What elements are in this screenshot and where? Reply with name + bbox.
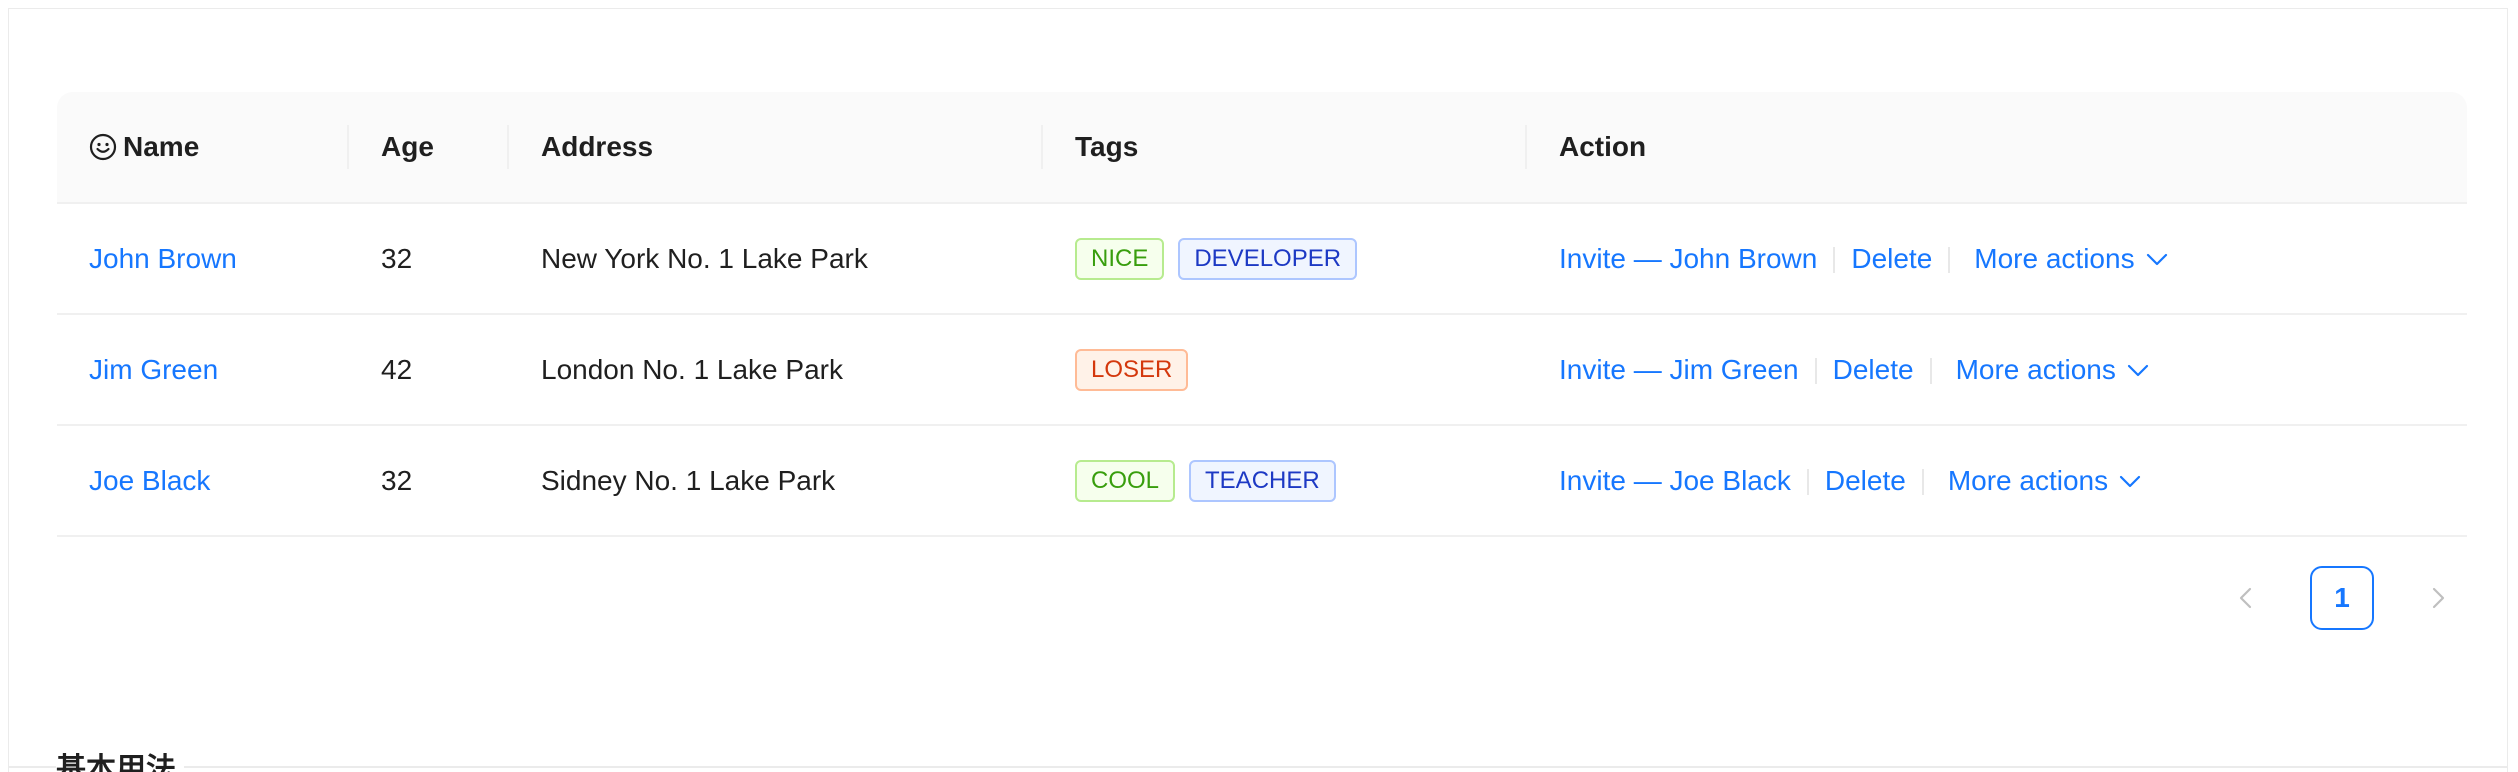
cell-name: Joe Black xyxy=(57,426,349,537)
name-link[interactable]: John Brown xyxy=(89,243,237,274)
cell-tags: NICE DEVELOPER xyxy=(1043,204,1527,315)
table-header-row: Name Age Address Tags Action xyxy=(57,92,2467,204)
cell-age: 32 xyxy=(349,426,509,537)
cell-age: 32 xyxy=(349,204,509,315)
table-row: John Brown 32 New York No. 1 Lake Park N… xyxy=(57,204,2467,315)
section-title: 基本用法 xyxy=(56,750,184,772)
action-divider xyxy=(1806,469,1809,496)
invite-link[interactable]: Invite — Jim Green xyxy=(1559,354,1799,385)
more-actions-label: More actions xyxy=(1947,464,2109,496)
cell-address: New York No. 1 Lake Park xyxy=(509,204,1043,315)
data-table: Name Age Address Tags Action John Brown … xyxy=(57,92,2467,537)
more-actions-label: More actions xyxy=(1955,353,2116,385)
pagination-page-1[interactable]: 1 xyxy=(2310,566,2374,630)
action-divider xyxy=(1814,358,1817,385)
column-header-name[interactable]: Name xyxy=(57,92,349,204)
cell-action: Invite — John Brown Delete More actions xyxy=(1527,204,2467,315)
chevron-right-icon xyxy=(2432,587,2445,609)
invite-link[interactable]: Invite — John Brown xyxy=(1559,243,1817,274)
cell-action: Invite — Jim Green Delete More actions xyxy=(1527,315,2467,426)
action-divider xyxy=(1833,247,1836,274)
action-divider xyxy=(1948,247,1951,274)
more-actions-label: More actions xyxy=(1974,242,2135,274)
cell-action: Invite — Joe Black Delete More actions xyxy=(1527,426,2467,537)
name-link[interactable]: Jim Green xyxy=(89,354,218,385)
delete-link[interactable]: Delete xyxy=(1833,354,1914,385)
pagination-prev-button[interactable] xyxy=(2214,566,2278,630)
chevron-down-icon xyxy=(2120,475,2141,487)
cell-name: John Brown xyxy=(57,204,349,315)
invite-link[interactable]: Invite — Joe Black xyxy=(1559,465,1791,496)
column-header-name-label: Name xyxy=(123,131,200,162)
cell-age: 42 xyxy=(349,315,509,426)
name-link[interactable]: Joe Black xyxy=(89,465,210,496)
users-table: Name Age Address Tags Action John Brown … xyxy=(57,92,2467,537)
chevron-left-icon xyxy=(2239,587,2252,609)
more-actions-dropdown[interactable]: More actions xyxy=(1948,465,2142,497)
more-actions-dropdown[interactable]: More actions xyxy=(1974,243,2168,275)
column-header-age[interactable]: Age xyxy=(349,92,509,204)
action-divider xyxy=(1929,358,1932,385)
chevron-down-icon xyxy=(2127,364,2148,376)
smile-icon xyxy=(89,133,117,161)
pagination-next-button[interactable] xyxy=(2406,566,2470,630)
page: Name Age Address Tags Action John Brown … xyxy=(0,0,2518,772)
cell-tags: LOSER xyxy=(1043,315,1527,426)
tag-badge: TEACHER xyxy=(1189,459,1336,502)
cell-name: Jim Green xyxy=(57,315,349,426)
column-header-address[interactable]: Address xyxy=(509,92,1043,204)
tag-badge: LOSER xyxy=(1075,348,1189,391)
tag-badge: COOL xyxy=(1075,459,1176,502)
chevron-down-icon xyxy=(2146,253,2167,265)
tag-badge: NICE xyxy=(1075,237,1165,280)
delete-link[interactable]: Delete xyxy=(1825,465,1906,496)
cell-address: Sidney No. 1 Lake Park xyxy=(509,426,1043,537)
cell-tags: COOL TEACHER xyxy=(1043,426,1527,537)
delete-link[interactable]: Delete xyxy=(1851,243,1932,274)
more-actions-dropdown[interactable]: More actions xyxy=(1956,354,2150,386)
action-divider xyxy=(1921,469,1924,496)
table-row: Jim Green 42 London No. 1 Lake Park LOSE… xyxy=(57,315,2467,426)
pagination: 1 xyxy=(2214,566,2470,630)
cell-address: London No. 1 Lake Park xyxy=(509,315,1043,426)
tag-badge: DEVELOPER xyxy=(1178,237,1358,280)
column-header-action[interactable]: Action xyxy=(1527,92,2467,204)
table-row: Joe Black 32 Sidney No. 1 Lake Park COOL… xyxy=(57,426,2467,537)
section-divider xyxy=(8,766,2508,768)
column-header-tags[interactable]: Tags xyxy=(1043,92,1527,204)
